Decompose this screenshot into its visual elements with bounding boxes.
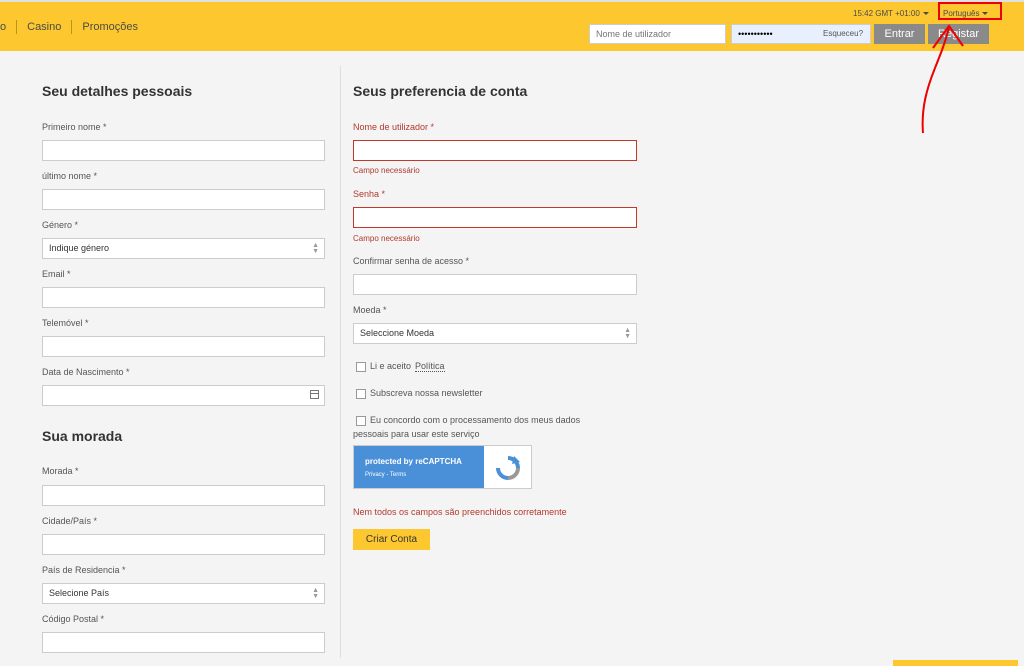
newsletter-label: Subscreva nossa newsletter bbox=[370, 388, 483, 398]
column-divider bbox=[340, 66, 341, 658]
accept-policy-checkbox[interactable] bbox=[356, 362, 366, 372]
gender-select-value: Indique género bbox=[49, 243, 110, 253]
confirm-password-label: Confirmar senha de acesso * bbox=[353, 256, 470, 266]
login-username-input[interactable] bbox=[589, 24, 726, 44]
username-label: Nome de utilizador * bbox=[353, 122, 435, 132]
forgot-password-link[interactable]: Esqueceu? bbox=[823, 29, 863, 38]
account-preferences-title: Seus preferencia de conta bbox=[353, 83, 528, 99]
select-arrows-icon: ▲ ▼ bbox=[312, 587, 319, 600]
country-select-value: Selecione País bbox=[49, 588, 110, 598]
first-name-label: Primeiro nome * bbox=[42, 122, 107, 132]
last-name-input[interactable] bbox=[42, 189, 325, 210]
city-input[interactable] bbox=[42, 534, 325, 555]
first-name-input[interactable] bbox=[42, 140, 325, 161]
select-arrows-icon: ▲ ▼ bbox=[312, 242, 319, 255]
recaptcha-logo-icon bbox=[496, 456, 520, 480]
birth-date-label: Data de Nascimento * bbox=[42, 367, 130, 377]
password-label: Senha * bbox=[353, 189, 386, 199]
country-label: País de Residencia * bbox=[42, 565, 126, 575]
nav-item-casino[interactable]: Casino bbox=[17, 20, 73, 34]
address-input[interactable] bbox=[42, 485, 325, 506]
gender-select[interactable]: Indique género ▲ ▼ bbox=[42, 238, 325, 259]
annotation-arrow bbox=[921, 24, 964, 134]
currency-label: Moeda * bbox=[353, 305, 387, 315]
timezone-selector[interactable]: 15:42 GMT +01:00 bbox=[853, 9, 929, 18]
recaptcha-text: protected by reCAPTCHA bbox=[365, 457, 462, 466]
currency-select[interactable]: Seleccione Moeda ▲ ▼ bbox=[353, 323, 637, 344]
consent-label-line1: Eu concordo com o processamento dos meus… bbox=[370, 415, 581, 425]
footer-yellow-tab[interactable] bbox=[893, 660, 1018, 666]
recaptcha-panel: protected by reCAPTCHA Privacy - Terms bbox=[354, 446, 484, 488]
recaptcha-badge[interactable]: protected by reCAPTCHA Privacy - Terms bbox=[353, 445, 532, 489]
policy-link[interactable]: Política bbox=[415, 361, 445, 372]
email-label: Email * bbox=[42, 269, 71, 279]
currency-select-value: Seleccione Moeda bbox=[360, 328, 435, 338]
mobile-input[interactable] bbox=[42, 336, 325, 357]
gender-label: Género * bbox=[42, 220, 79, 230]
accept-text: Li e aceito bbox=[370, 361, 412, 371]
nav-item-home[interactable]: o bbox=[0, 20, 18, 34]
password-input[interactable] bbox=[353, 207, 637, 228]
calendar-icon[interactable] bbox=[310, 390, 319, 399]
personal-details-title: Seu detalhes pessoais bbox=[42, 83, 193, 99]
birth-date-input[interactable] bbox=[42, 385, 325, 406]
consent-checkbox[interactable] bbox=[356, 416, 366, 426]
chevron-down-icon bbox=[922, 12, 929, 16]
address-label: Morada * bbox=[42, 466, 79, 476]
last-name-label: último nome * bbox=[42, 171, 98, 181]
mobile-label: Telemóvel * bbox=[42, 318, 89, 328]
main-nav: o Casino Promoções bbox=[0, 20, 148, 34]
recaptcha-links[interactable]: Privacy - Terms bbox=[365, 472, 406, 478]
postal-code-label: Código Postal * bbox=[42, 614, 105, 624]
select-arrows-icon: ▲ ▼ bbox=[624, 327, 631, 340]
postal-code-input[interactable] bbox=[42, 632, 325, 653]
country-select[interactable]: Selecione País ▲ ▼ bbox=[42, 583, 325, 604]
email-input[interactable] bbox=[42, 287, 325, 308]
confirm-password-input[interactable] bbox=[353, 274, 637, 295]
time-label: 15:42 GMT +01:00 bbox=[853, 9, 920, 18]
username-required-hint: Campo necessário bbox=[353, 166, 420, 175]
create-account-button[interactable]: Criar Conta bbox=[353, 529, 430, 550]
username-input[interactable] bbox=[353, 140, 637, 161]
password-required-hint: Campo necessário bbox=[353, 234, 420, 243]
nav-item-promotions[interactable]: Promoções bbox=[72, 20, 148, 34]
newsletter-checkbox[interactable] bbox=[356, 389, 366, 399]
address-title: Sua morada bbox=[42, 428, 123, 444]
consent-label-line2: pessoais para usar este serviço bbox=[353, 429, 480, 439]
form-error-message: Nem todos os campos são preenchidos corr… bbox=[353, 507, 567, 517]
top-bar: o Casino Promoções 15:42 GMT +01:00 Port… bbox=[0, 0, 1024, 51]
city-label: Cidade/País * bbox=[42, 516, 98, 526]
accept-policy-label: Li e aceito Política bbox=[370, 361, 445, 372]
